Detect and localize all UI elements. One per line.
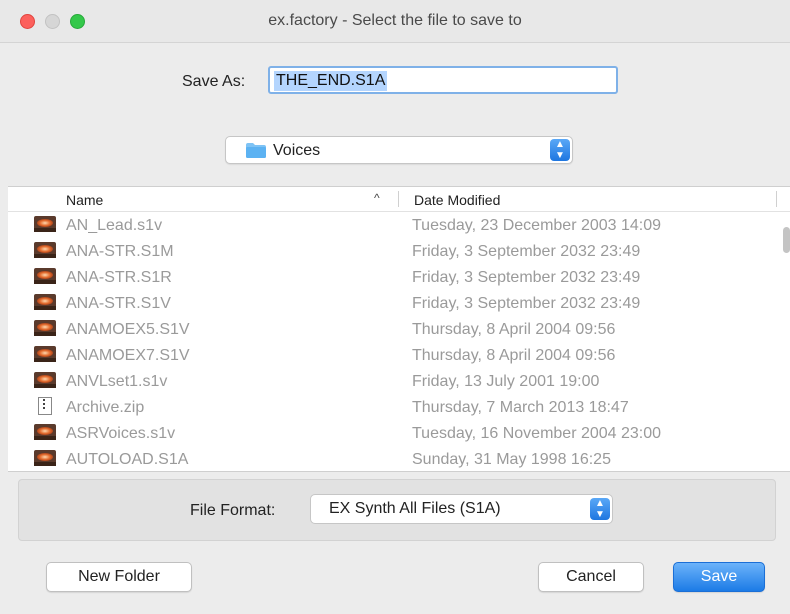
file-date-modified: Thursday, 8 April 2004 09:56 [412, 347, 616, 364]
file-format-label: File Format: [190, 502, 276, 519]
file-name: ANA-STR.S1V [66, 295, 171, 312]
file-date-modified: Friday, 3 September 2032 23:49 [412, 295, 641, 312]
file-list[interactable]: Name ^ Date Modified AN_Lead.s1v Tuesday… [8, 186, 790, 472]
file-row[interactable]: ANA-STR.S1M Friday, 3 September 2032 23:… [8, 239, 778, 265]
synth-file-icon [34, 346, 56, 362]
synth-file-icon [34, 450, 56, 466]
file-list-header: Name ^ Date Modified [8, 187, 790, 212]
synth-file-icon [34, 268, 56, 284]
file-format-panel: File Format: EX Synth All Files (S1A) ▲ ▼ [18, 479, 776, 541]
file-name: AN_Lead.s1v [66, 217, 163, 234]
file-list-scrollbar[interactable] [783, 227, 790, 253]
up-down-chevron-icon[interactable]: ▲ ▼ [550, 139, 570, 161]
column-header-date-modified[interactable]: Date Modified [414, 192, 500, 208]
synth-file-icon [34, 242, 56, 258]
save-as-label: Save As: [182, 73, 246, 90]
file-format-select-label: EX Synth All Files (S1A) [329, 500, 501, 517]
file-format-select[interactable]: EX Synth All Files (S1A) ▲ ▼ [310, 494, 613, 524]
file-row[interactable]: ANVLset1.s1v Friday, 13 July 2001 19:00 [8, 369, 778, 395]
file-name: Archive.zip [66, 399, 145, 416]
file-date-modified: Friday, 3 September 2032 23:49 [412, 243, 641, 260]
column-divider[interactable] [776, 191, 777, 207]
save-button[interactable]: Save [673, 562, 765, 592]
file-name: ANAMOEX5.S1V [66, 321, 190, 338]
title-bar[interactable]: ex.factory - Select the file to save to [0, 0, 790, 43]
folder-icon [246, 143, 266, 158]
file-name: ANAMOEX7.S1V [66, 347, 190, 364]
sort-ascending-icon[interactable]: ^ [374, 191, 380, 205]
file-row[interactable]: ASRVoices.s1v Tuesday, 16 November 2004 … [8, 421, 778, 447]
column-header-name[interactable]: Name [66, 192, 103, 208]
file-date-modified: Friday, 13 July 2001 19:00 [412, 373, 600, 390]
up-down-chevron-icon[interactable]: ▲ ▼ [590, 498, 610, 520]
synth-file-icon [34, 372, 56, 388]
cancel-button[interactable]: Cancel [538, 562, 644, 592]
file-row[interactable]: ANA-STR.S1V Friday, 3 September 2032 23:… [8, 291, 778, 317]
synth-file-icon [34, 320, 56, 336]
zip-file-icon [38, 397, 52, 415]
file-row[interactable]: ANAMOEX5.S1V Thursday, 8 April 2004 09:5… [8, 317, 778, 343]
file-date-modified: Tuesday, 16 November 2004 23:00 [412, 425, 662, 442]
file-date-modified: Sunday, 31 May 1998 16:25 [412, 451, 611, 468]
file-date-modified: Friday, 3 September 2032 23:49 [412, 269, 641, 286]
file-date-modified: Tuesday, 23 December 2003 14:09 [412, 217, 662, 234]
file-row[interactable]: AUTOLOAD.S1A Sunday, 31 May 1998 16:25 [8, 447, 778, 471]
file-row[interactable]: AN_Lead.s1v Tuesday, 23 December 2003 14… [8, 213, 778, 239]
file-date-modified: Thursday, 7 March 2013 18:47 [412, 399, 629, 416]
file-row[interactable]: ANA-STR.S1R Friday, 3 September 2032 23:… [8, 265, 778, 291]
file-row[interactable]: ANAMOEX7.S1V Thursday, 8 April 2004 09:5… [8, 343, 778, 369]
file-name: ANA-STR.S1R [66, 269, 172, 286]
save-dialog: ex.factory - Select the file to save to … [0, 0, 790, 614]
save-as-input[interactable]: THE_END.S1A [268, 66, 618, 94]
file-name: ANA-STR.S1M [66, 243, 174, 260]
file-name: AUTOLOAD.S1A [66, 451, 189, 468]
save-as-value[interactable]: THE_END.S1A [274, 71, 388, 91]
file-row[interactable]: Archive.zip Thursday, 7 March 2013 18:47 [8, 395, 778, 421]
file-name: ASRVoices.s1v [66, 425, 176, 442]
folder-select-label: Voices [273, 142, 321, 159]
file-name: ANVLset1.s1v [66, 373, 168, 390]
file-date-modified: Thursday, 8 April 2004 09:56 [412, 321, 616, 338]
column-divider[interactable] [398, 191, 399, 207]
synth-file-icon [34, 216, 56, 232]
window-title: ex.factory - Select the file to save to [268, 12, 522, 29]
synth-file-icon [34, 424, 56, 440]
folder-select[interactable]: Voices ▲ ▼ [225, 136, 573, 164]
new-folder-button[interactable]: New Folder [46, 562, 192, 592]
synth-file-icon [34, 294, 56, 310]
